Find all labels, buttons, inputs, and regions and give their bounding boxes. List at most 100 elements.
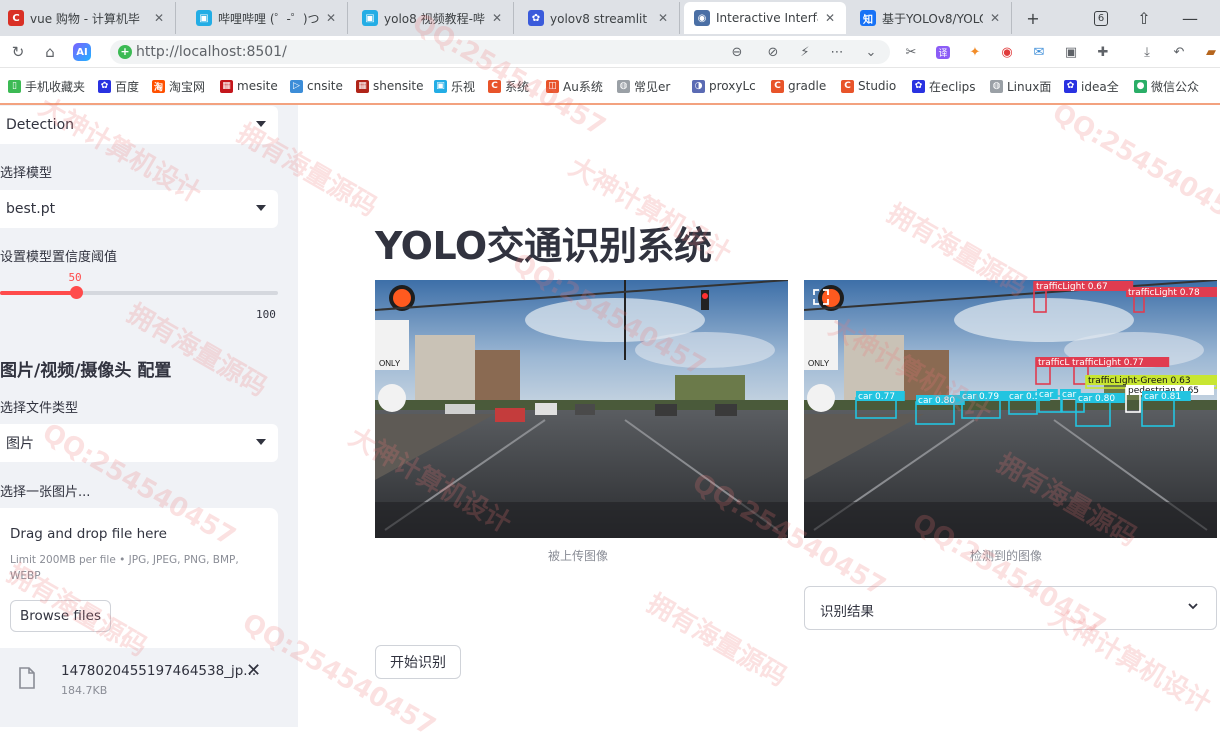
bookmark-label: mesite xyxy=(237,79,278,93)
ai-assistant-icon[interactable]: AI xyxy=(72,42,92,62)
reload-icon[interactable]: ↻ xyxy=(8,42,28,62)
close-tab-icon[interactable]: ✕ xyxy=(323,11,339,25)
chevron-down-icon xyxy=(1188,603,1198,610)
bookmark-item[interactable]: C Studio xyxy=(841,78,905,94)
remove-file-icon[interactable]: ✕ xyxy=(246,660,261,681)
bookmark-label: shensite xyxy=(373,79,424,93)
fullscreen-icon[interactable] xyxy=(812,288,830,306)
uploaded-file-name: 1478020455197464538_jp... xyxy=(61,663,257,679)
more-icon[interactable]: ⋯ xyxy=(828,43,846,61)
browser-toolbar: ↻ ⌂ AI + http://localhost:8501/ ⊖ ⊘ ⚡ ⋯ … xyxy=(0,36,1220,68)
uploaded-image-caption: 被上传图像 xyxy=(548,549,609,563)
bookmarks-bar: ▯ 手机收藏夹 ✿ 百度淘淘宝网 ▦ mesite ▷ cnsite ▦ shensite ▣ 乐视 C… xyxy=(0,68,1220,104)
detection-label: car 0.5 xyxy=(1009,392,1040,402)
pin-icon[interactable]: ⇧ xyxy=(1134,6,1154,30)
close-tab-icon[interactable]: ✕ xyxy=(489,11,505,25)
bookmark-favicon-icon: ▷ xyxy=(290,79,303,93)
bookmark-favicon-icon: ◑ xyxy=(692,79,705,93)
confidence-max: 100 xyxy=(256,308,276,321)
lightning-icon[interactable]: ⚡ xyxy=(796,43,814,61)
bookmark-favicon-icon: C xyxy=(771,79,784,93)
bookmark-favicon-icon: ▣ xyxy=(434,79,447,93)
mail-icon[interactable]: ✉ xyxy=(1030,43,1048,61)
bookmark-label: 微信公众 xyxy=(1151,79,1200,94)
extensions-icon[interactable]: ✚ xyxy=(1094,43,1112,61)
tab-count-badge[interactable]: 6 xyxy=(1092,6,1110,30)
model-select[interactable]: best.pt xyxy=(0,190,278,228)
confidence-slider-track[interactable] xyxy=(0,291,278,295)
close-tab-icon[interactable]: ✕ xyxy=(151,11,167,25)
compass-icon[interactable]: ⊘ xyxy=(764,43,782,61)
sidebar: Detection 选择模型 best.pt 设置模型置信度阈值 50 0 10… xyxy=(0,105,298,727)
tab-title: yolo8 视频教程-哔哩 xyxy=(384,11,485,26)
bookmark-label: 常见er xyxy=(634,79,671,94)
bookmark-item[interactable]: ▷ cnsite xyxy=(290,78,348,94)
file-dropzone[interactable]: Drag and drop file here Limit 200MB per … xyxy=(0,508,278,648)
bookmark-item[interactable]: ◫ Au系统 xyxy=(546,78,610,94)
bookmark-item[interactable]: ▣ 乐视 xyxy=(434,78,482,94)
file-type-select[interactable]: 图片 xyxy=(0,424,278,462)
upload-label: 选择一张图片... xyxy=(0,485,91,500)
eye-icon[interactable]: ◉ xyxy=(998,43,1016,61)
file-type-value: 图片 xyxy=(6,436,34,452)
bookmark-item[interactable]: Cgradle xyxy=(771,78,833,94)
confidence-value: 50 xyxy=(68,271,82,284)
game-icon[interactable]: ✦ xyxy=(966,43,984,61)
tab-title: 基于YOLOv8/YOLO xyxy=(882,11,983,26)
browser-tab[interactable]: ✿ yolov8 streamlit 安 ✕ xyxy=(518,2,680,34)
tab-title: Interactive Interfa xyxy=(716,11,818,25)
chevron-down-icon[interactable]: ⌄ xyxy=(862,43,880,61)
bookmark-item[interactable]: ▦ mesite xyxy=(220,78,282,94)
start-detection-button[interactable]: 开始识别 xyxy=(375,645,461,679)
undo-icon[interactable]: ↶ xyxy=(1170,43,1188,61)
zoom-icon[interactable]: ⊖ xyxy=(728,43,746,61)
results-expander[interactable]: 识别结果 xyxy=(804,586,1217,630)
scissors-icon[interactable]: ✂ xyxy=(902,43,920,61)
bookmark-favicon-icon: ● xyxy=(1134,79,1147,93)
translate-icon[interactable]: 译 xyxy=(934,43,952,61)
new-tab-icon[interactable]: + xyxy=(1022,6,1044,30)
browser-tab[interactable]: ▣ yolo8 视频教程-哔哩 ✕ xyxy=(352,2,514,34)
bookmark-item[interactable]: ◍ 常见er xyxy=(617,78,683,94)
tab-title: vue 购物 - 计算机毕 xyxy=(30,11,140,26)
bookmark-favicon-icon: ◍ xyxy=(617,79,630,93)
download-icon[interactable]: ⤓ xyxy=(1138,43,1156,61)
detection-label: trafficLight 0.78 xyxy=(1128,288,1200,298)
bookmark-item[interactable]: ✿ 在eclips xyxy=(912,78,982,94)
minimize-icon[interactable]: — xyxy=(1180,6,1200,30)
file-type-label: 选择文件类型 xyxy=(0,401,79,416)
bookmark-item[interactable]: 淘淘宝网 xyxy=(152,78,214,94)
briefcase-icon[interactable]: ▰ xyxy=(1202,43,1220,61)
browser-tab[interactable]: 知 基于YOLOv8/YOLO ✕ xyxy=(850,2,1012,34)
bookmark-label: cnsite xyxy=(307,79,343,93)
home-icon[interactable]: ⌂ xyxy=(40,42,60,62)
bookmark-item[interactable]: ◑ proxyLc xyxy=(692,78,764,94)
bookmark-favicon-icon: ◫ xyxy=(546,79,559,93)
browser-tab[interactable]: ▣ 哔哩哔哩 (゜-゜)つ ✕ xyxy=(186,2,348,34)
bookmark-item[interactable]: ✿ 百度 xyxy=(98,78,146,94)
browser-tab-active[interactable]: ◉ Interactive Interfa ✕ xyxy=(684,2,846,34)
browse-files-button[interactable]: Browse files xyxy=(10,600,111,632)
confidence-slider-fill xyxy=(0,291,77,295)
bookmark-item[interactable]: ▦ shensite xyxy=(356,78,426,94)
bookmark-favicon-icon: ✿ xyxy=(912,79,925,93)
svg-text:ONLY: ONLY xyxy=(808,359,830,368)
bookmark-label: Au系统 xyxy=(563,79,603,94)
close-tab-icon[interactable]: ✕ xyxy=(987,11,1003,25)
detection-label: car 0.77 xyxy=(858,392,895,402)
bookmark-item[interactable]: ◍ Linux面 xyxy=(990,78,1056,94)
task-select[interactable]: Detection xyxy=(0,106,278,144)
bookmark-item[interactable]: C 系统 xyxy=(488,78,540,94)
tab-title: 哔哩哔哩 (゜-゜)つ xyxy=(218,11,319,26)
bookmark-item[interactable]: ▯ 手机收藏夹 xyxy=(8,78,90,94)
confidence-slider-thumb[interactable] xyxy=(70,286,84,299)
close-tab-icon[interactable]: ✕ xyxy=(822,11,838,25)
browser-tab[interactable]: C vue 购物 - 计算机毕 ✕ xyxy=(0,2,176,34)
tab-count: 6 xyxy=(1093,10,1109,26)
uploaded-file-size: 184.7KB xyxy=(61,684,108,697)
chevron-down-icon xyxy=(256,205,266,211)
bookmark-item[interactable]: ✿ idea全 xyxy=(1064,78,1126,94)
bookmark-item[interactable]: ● 微信公众 xyxy=(1134,78,1214,94)
window-icon[interactable]: ▣ xyxy=(1062,43,1080,61)
close-tab-icon[interactable]: ✕ xyxy=(655,11,671,25)
